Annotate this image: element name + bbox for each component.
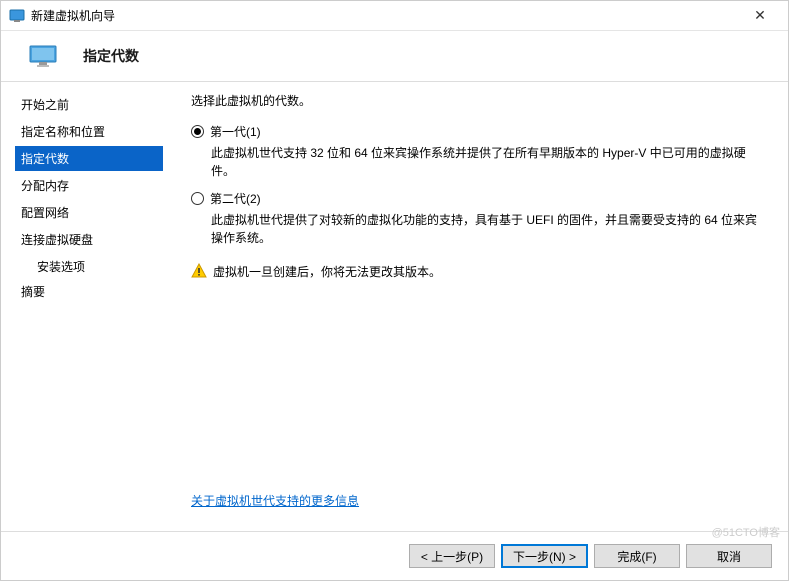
cancel-button[interactable]: 取消 xyxy=(686,544,772,568)
wizard-body: 开始之前 指定名称和位置 指定代数 分配内存 配置网络 连接虚拟硬盘 安装选项 … xyxy=(1,82,788,531)
nav-memory[interactable]: 分配内存 xyxy=(15,173,163,198)
more-info-link[interactable]: 关于虚拟机世代支持的更多信息 xyxy=(191,494,359,508)
page-heading: 指定代数 xyxy=(83,46,139,66)
window-title: 新建虚拟机向导 xyxy=(31,7,740,24)
instruction-text: 选择此虚拟机的代数。 xyxy=(191,92,768,109)
desc-gen1: 此虚拟机世代支持 32 位和 64 位来宾操作系统并提供了在所有早期版本的 Hy… xyxy=(211,144,768,180)
warning-icon xyxy=(191,263,207,279)
warning-row: 虚拟机一旦创建后，你将无法更改其版本。 xyxy=(191,263,768,280)
nav-before-begin[interactable]: 开始之前 xyxy=(15,92,163,117)
app-icon xyxy=(9,8,25,24)
nav-install-options[interactable]: 安装选项 xyxy=(15,254,163,279)
finish-button[interactable]: 完成(F) xyxy=(594,544,680,568)
wizard-header: 指定代数 xyxy=(1,31,788,81)
desc-gen2: 此虚拟机世代提供了对较新的虚拟化功能的支持，具有基于 UEFI 的固件，并且需要… xyxy=(211,211,768,247)
radio-gen1[interactable] xyxy=(191,125,204,138)
radio-row-gen1[interactable]: 第一代(1) xyxy=(191,123,768,140)
monitor-icon xyxy=(29,45,57,67)
wizard-window: 新建虚拟机向导 ✕ 指定代数 开始之前 指定名称和位置 指定代数 分配内存 配置… xyxy=(0,0,789,581)
option-gen2: 第二代(2) 此虚拟机世代提供了对较新的虚拟化功能的支持，具有基于 UEFI 的… xyxy=(191,190,768,247)
radio-label-gen1: 第一代(1) xyxy=(210,123,261,140)
back-button[interactable]: < 上一步(P) xyxy=(409,544,495,568)
warning-text: 虚拟机一旦创建后，你将无法更改其版本。 xyxy=(213,263,441,280)
more-info-row: 关于虚拟机世代支持的更多信息 xyxy=(191,492,768,521)
titlebar: 新建虚拟机向导 ✕ xyxy=(1,1,788,31)
nav-summary[interactable]: 摘要 xyxy=(15,279,163,304)
nav-network[interactable]: 配置网络 xyxy=(15,200,163,225)
nav-vhd[interactable]: 连接虚拟硬盘 xyxy=(15,227,163,252)
sidebar: 开始之前 指定名称和位置 指定代数 分配内存 配置网络 连接虚拟硬盘 安装选项 … xyxy=(1,82,171,531)
radio-row-gen2[interactable]: 第二代(2) xyxy=(191,190,768,207)
content-pane: 选择此虚拟机的代数。 第一代(1) 此虚拟机世代支持 32 位和 64 位来宾操… xyxy=(171,82,788,531)
next-button[interactable]: 下一步(N) > xyxy=(501,544,588,568)
radio-gen2[interactable] xyxy=(191,192,204,205)
option-gen1: 第一代(1) 此虚拟机世代支持 32 位和 64 位来宾操作系统并提供了在所有早… xyxy=(191,123,768,180)
footer: < 上一步(P) 下一步(N) > 完成(F) 取消 xyxy=(1,531,788,580)
nav-generation[interactable]: 指定代数 xyxy=(15,146,163,171)
nav-name-location[interactable]: 指定名称和位置 xyxy=(15,119,163,144)
radio-label-gen2: 第二代(2) xyxy=(210,190,261,207)
close-button[interactable]: ✕ xyxy=(740,7,780,24)
